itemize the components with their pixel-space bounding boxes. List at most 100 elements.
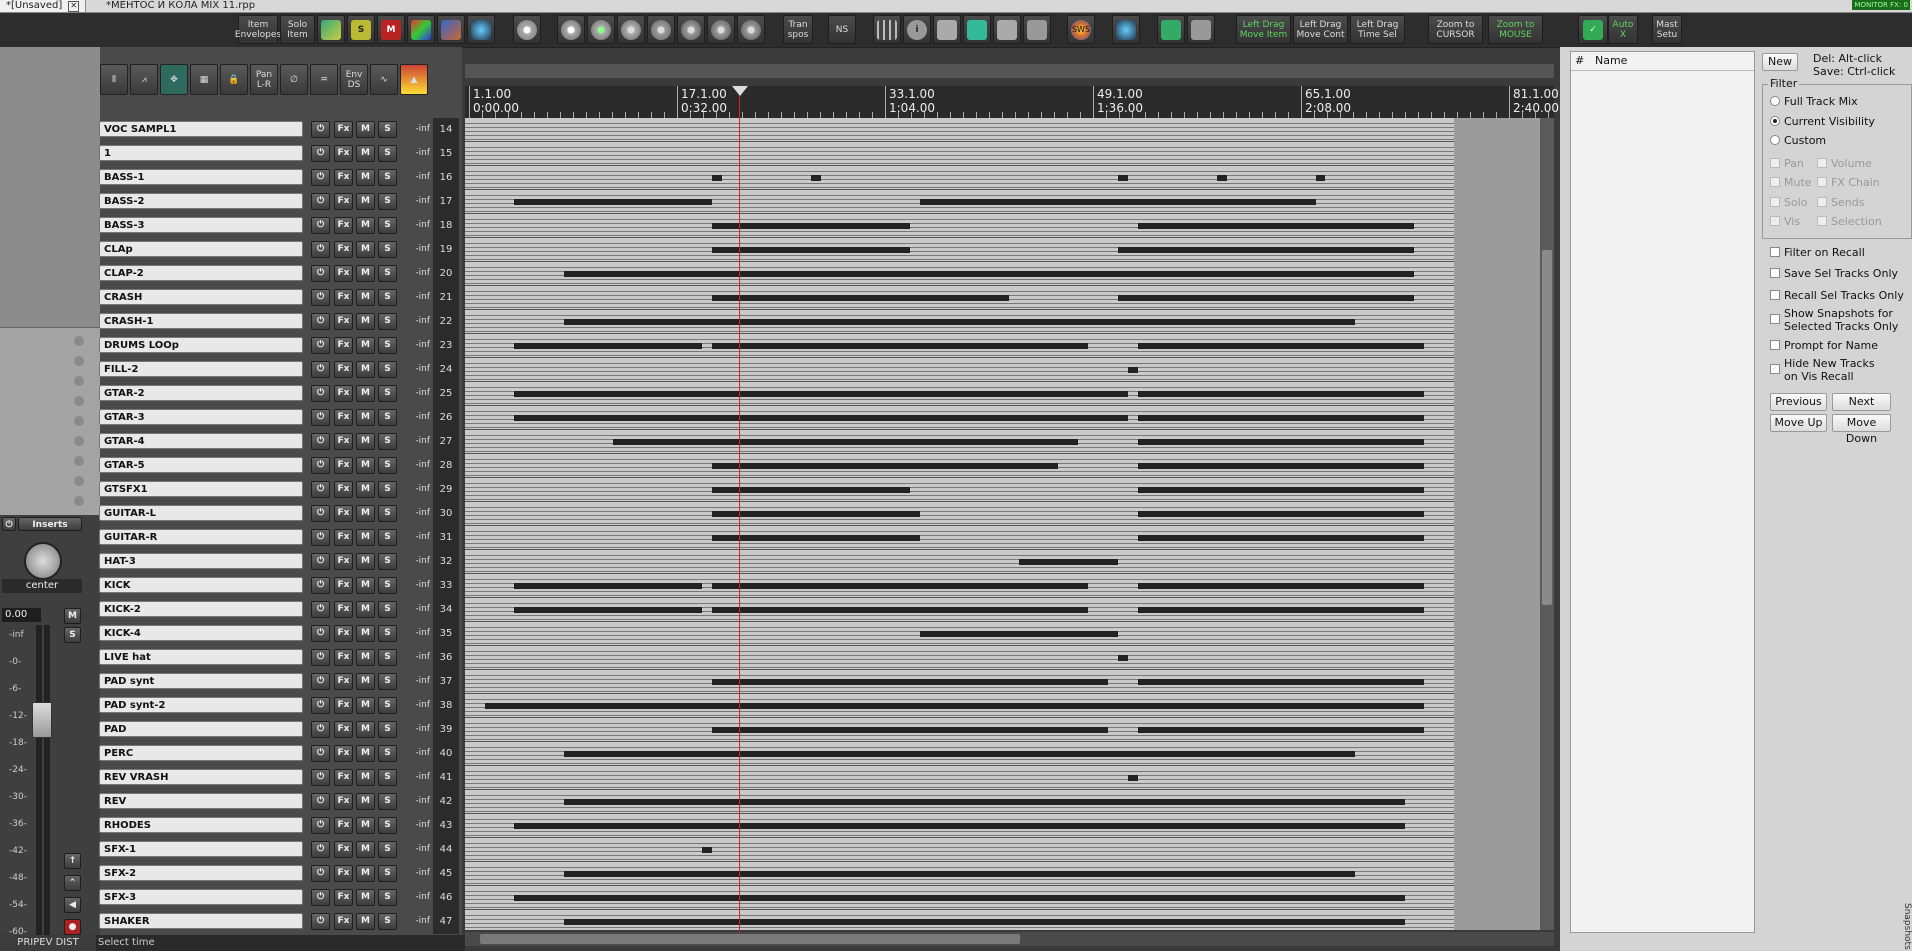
- track-number[interactable]: 14: [433, 118, 459, 142]
- up-arrow-icon[interactable]: ↑: [64, 853, 81, 869]
- track-number[interactable]: 17: [433, 190, 459, 214]
- mute-button[interactable]: M: [356, 601, 375, 618]
- previous-button[interactable]: Previous: [1770, 393, 1827, 411]
- track-lane[interactable]: [465, 742, 1454, 766]
- track-number[interactable]: 28: [433, 454, 459, 478]
- track-row[interactable]: 1 ⏻ Fx M S -inf 15: [97, 142, 462, 166]
- track-name-field[interactable]: KICK: [99, 577, 303, 593]
- radio-full-track-mix[interactable]: [1770, 96, 1780, 106]
- mute-button[interactable]: M: [356, 409, 375, 426]
- track-number[interactable]: 15: [433, 142, 459, 166]
- cd-sliders-icon[interactable]: [707, 15, 735, 44]
- fx-button[interactable]: Fx: [334, 313, 353, 330]
- checkbox-volume[interactable]: [1817, 158, 1827, 168]
- phase-invert-icon[interactable]: ⏻: [311, 121, 330, 138]
- mute-button[interactable]: M: [356, 577, 375, 594]
- media-item[interactable]: [465, 168, 1454, 188]
- phase-invert-icon[interactable]: ⏻: [311, 697, 330, 714]
- solo-button[interactable]: S: [378, 481, 397, 498]
- checkbox-show-snapshots[interactable]: [1770, 314, 1780, 324]
- zoom-to-cursor-button[interactable]: Zoom to CURSOR: [1428, 15, 1483, 44]
- media-item[interactable]: [465, 840, 1454, 860]
- solo-button[interactable]: S: [378, 769, 397, 786]
- phase-invert-icon[interactable]: ⏻: [311, 529, 330, 546]
- snapshots-dock-tab[interactable]: Snapshots: [1900, 903, 1912, 951]
- track-number[interactable]: 33: [433, 574, 459, 598]
- track-lane[interactable]: [465, 382, 1454, 406]
- track-number[interactable]: 43: [433, 814, 459, 838]
- track-name-field[interactable]: PAD synt-2: [99, 697, 303, 713]
- render-icon[interactable]: [933, 15, 961, 44]
- solo-button[interactable]: S: [378, 817, 397, 834]
- fx-button[interactable]: Fx: [334, 217, 353, 234]
- phase-invert-icon[interactable]: ⏻: [311, 841, 330, 858]
- track-lane[interactable]: [465, 454, 1454, 478]
- solo-button[interactable]: S: [378, 625, 397, 642]
- track-lane[interactable]: [465, 670, 1454, 694]
- radio-current-visibility[interactable]: [1770, 116, 1780, 126]
- track-number[interactable]: 37: [433, 670, 459, 694]
- track-row[interactable]: PAD ⏻ Fx M S -inf 39: [97, 718, 462, 742]
- track-number[interactable]: 21: [433, 286, 459, 310]
- media-item[interactable]: [465, 648, 1454, 668]
- track-row[interactable]: SFX-1 ⏻ Fx M S -inf 44: [97, 838, 462, 862]
- cd-shield-icon[interactable]: [617, 15, 645, 44]
- solo-button[interactable]: S: [378, 169, 397, 186]
- track-row[interactable]: LIVE hat ⏻ Fx M S -inf 36: [97, 646, 462, 670]
- phase-invert-icon[interactable]: ⏻: [311, 409, 330, 426]
- solo-button[interactable]: S: [378, 337, 397, 354]
- mute-m-icon[interactable]: M: [377, 15, 405, 44]
- envelope-icon[interactable]: ⌃: [64, 875, 81, 891]
- mute-button[interactable]: M: [356, 673, 375, 690]
- track-lane[interactable]: [465, 646, 1454, 670]
- mixer-icon[interactable]: [873, 15, 901, 44]
- solo-button[interactable]: S: [378, 673, 397, 690]
- phase-invert-icon[interactable]: ⏻: [311, 553, 330, 570]
- inserts-button[interactable]: Inserts: [18, 517, 82, 531]
- playhead-cursor[interactable]: [739, 86, 740, 932]
- phase-invert-icon[interactable]: ⏻: [311, 721, 330, 738]
- track-row[interactable]: FILL-2 ⏻ Fx M S -inf 24: [97, 358, 462, 382]
- track-name-field[interactable]: HAT-3: [99, 553, 303, 569]
- track-number[interactable]: 41: [433, 766, 459, 790]
- phase-invert-icon[interactable]: ⏻: [311, 793, 330, 810]
- phase-invert-icon[interactable]: ⏻: [311, 313, 330, 330]
- track-name-field[interactable]: BASS-2: [99, 193, 303, 209]
- track-lane[interactable]: [465, 478, 1454, 502]
- mute-button[interactable]: M: [356, 721, 375, 738]
- item-envelopes-button[interactable]: Item Envelopes: [235, 15, 281, 44]
- track-lane[interactable]: [465, 166, 1454, 190]
- track-row[interactable]: BASS-2 ⏻ Fx M S -inf 17: [97, 190, 462, 214]
- solo-button[interactable]: S: [378, 385, 397, 402]
- phase-invert-icon[interactable]: ⏻: [311, 505, 330, 522]
- phase-invert-icon[interactable]: ⏻: [311, 889, 330, 906]
- track-row[interactable]: RHODES ⏻ Fx M S -inf 43: [97, 814, 462, 838]
- fx-button[interactable]: Fx: [334, 625, 353, 642]
- track-name-field[interactable]: 1: [99, 145, 303, 161]
- record-icon[interactable]: ●: [64, 919, 81, 935]
- solo-button[interactable]: S: [378, 265, 397, 282]
- checkbox-vis[interactable]: ✓: [1770, 216, 1780, 226]
- power-icon[interactable]: ⏻: [2, 517, 16, 531]
- track-number[interactable]: 32: [433, 550, 459, 574]
- fx-button[interactable]: Fx: [334, 265, 353, 282]
- fx-button[interactable]: Fx: [334, 601, 353, 618]
- mute-button[interactable]: M: [356, 625, 375, 642]
- rewind-icon[interactable]: ◀: [64, 897, 81, 913]
- fx-button[interactable]: Fx: [334, 697, 353, 714]
- fx-button[interactable]: Fx: [334, 769, 353, 786]
- phase-invert-icon[interactable]: ⏻: [311, 361, 330, 378]
- solo-button[interactable]: S: [378, 121, 397, 138]
- knob-icon[interactable]: [74, 376, 84, 386]
- track-lane[interactable]: [465, 190, 1454, 214]
- solo-button[interactable]: S: [378, 361, 397, 378]
- checkbox-fxchain[interactable]: [1817, 177, 1827, 187]
- mute-button[interactable]: M: [356, 217, 375, 234]
- track-name-field[interactable]: KICK-2: [99, 601, 303, 617]
- checkbox-filter-on-recall[interactable]: [1770, 247, 1780, 257]
- phase-invert-icon[interactable]: ⏻: [311, 289, 330, 306]
- track-lane[interactable]: [465, 790, 1454, 814]
- sws-button[interactable]: SWS: [1067, 15, 1095, 44]
- track-name-field[interactable]: KICK-4: [99, 625, 303, 641]
- phase-invert-icon[interactable]: ⏻: [311, 601, 330, 618]
